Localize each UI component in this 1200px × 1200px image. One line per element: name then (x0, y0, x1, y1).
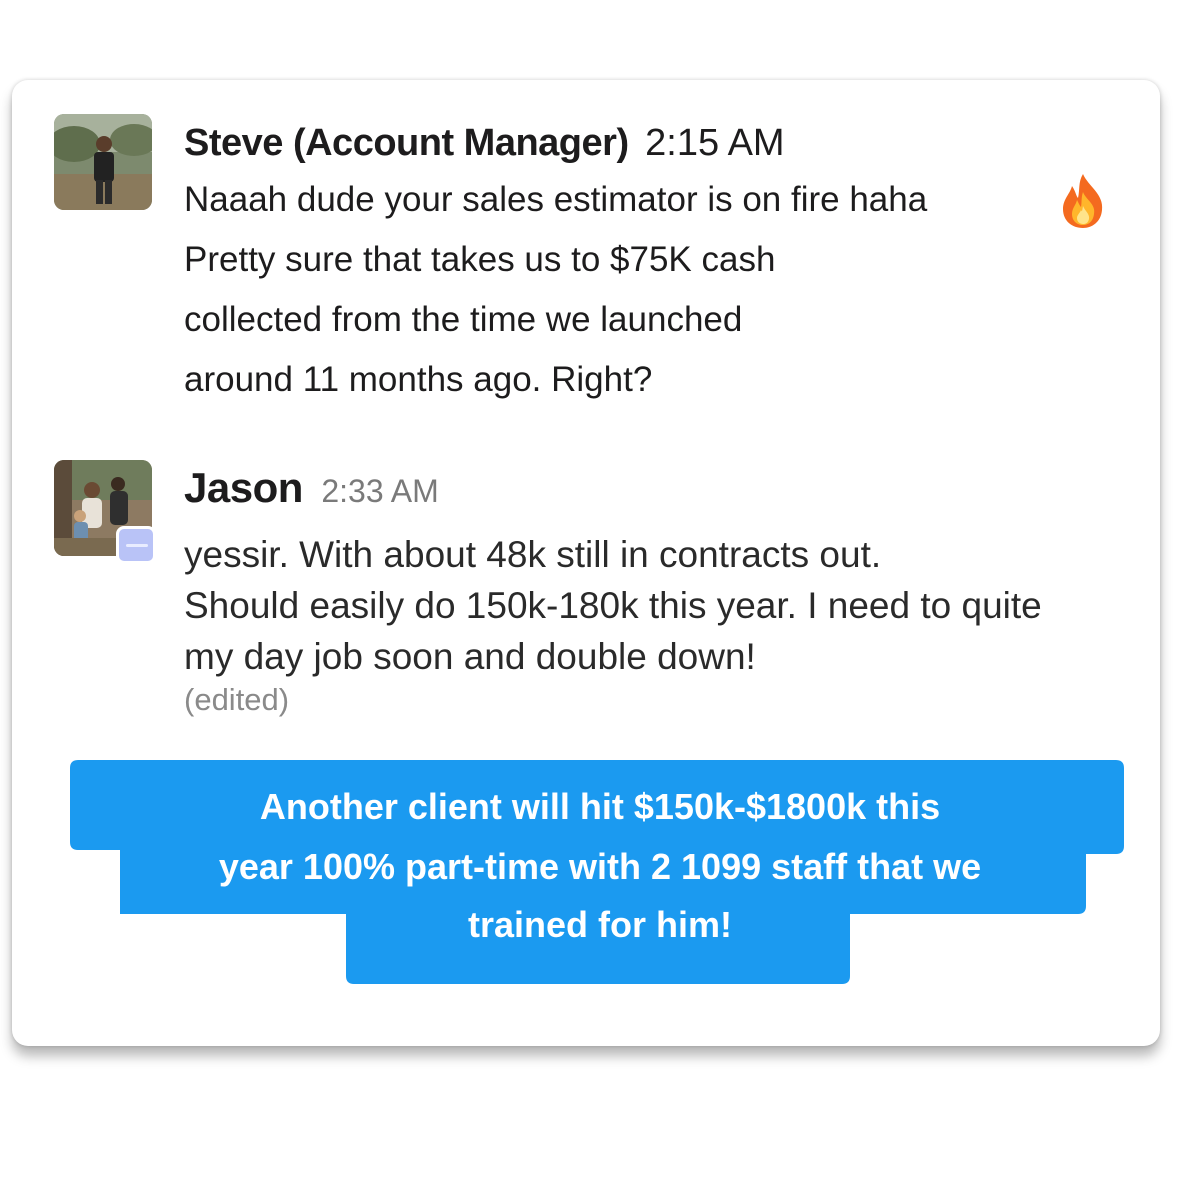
chat-card: Steve (Account Manager) 2:15 AM Naaah du… (12, 80, 1160, 1046)
message-header: Steve (Account Manager) 2:15 AM (184, 122, 785, 165)
message-line: Naaah dude your sales estimator is on fi… (184, 180, 928, 219)
callout-line: year 100% part-time with 2 1099 staff th… (218, 846, 982, 887)
message-line: collected from the time we launched (184, 300, 743, 339)
timestamp[interactable]: 2:15 AM (645, 122, 784, 164)
fire-emoji-icon[interactable] (1058, 172, 1108, 235)
callout-line: trained for him! (467, 904, 732, 945)
message-header: Jason 2:33 AM (184, 464, 439, 512)
author-name[interactable]: Jason (184, 464, 303, 511)
avatar-steve[interactable] (54, 114, 152, 210)
message-line: around 11 months ago. Right? (184, 360, 653, 399)
message-line: Pretty sure that takes us to $75K cash (184, 240, 776, 279)
message-line: yessir. With about 48k still in contract… (184, 534, 882, 575)
author-name[interactable]: Steve (Account Manager) (184, 122, 629, 164)
message-line: my day job soon and double down! (184, 636, 756, 677)
edited-label: (edited) (184, 682, 290, 717)
timestamp[interactable]: 2:33 AM (321, 473, 438, 509)
callout-line: Another client will hit $150k-$1800k thi… (259, 786, 941, 827)
status-badge (116, 526, 156, 564)
message-line: Should easily do 150k-180k this year. I … (184, 585, 1042, 626)
